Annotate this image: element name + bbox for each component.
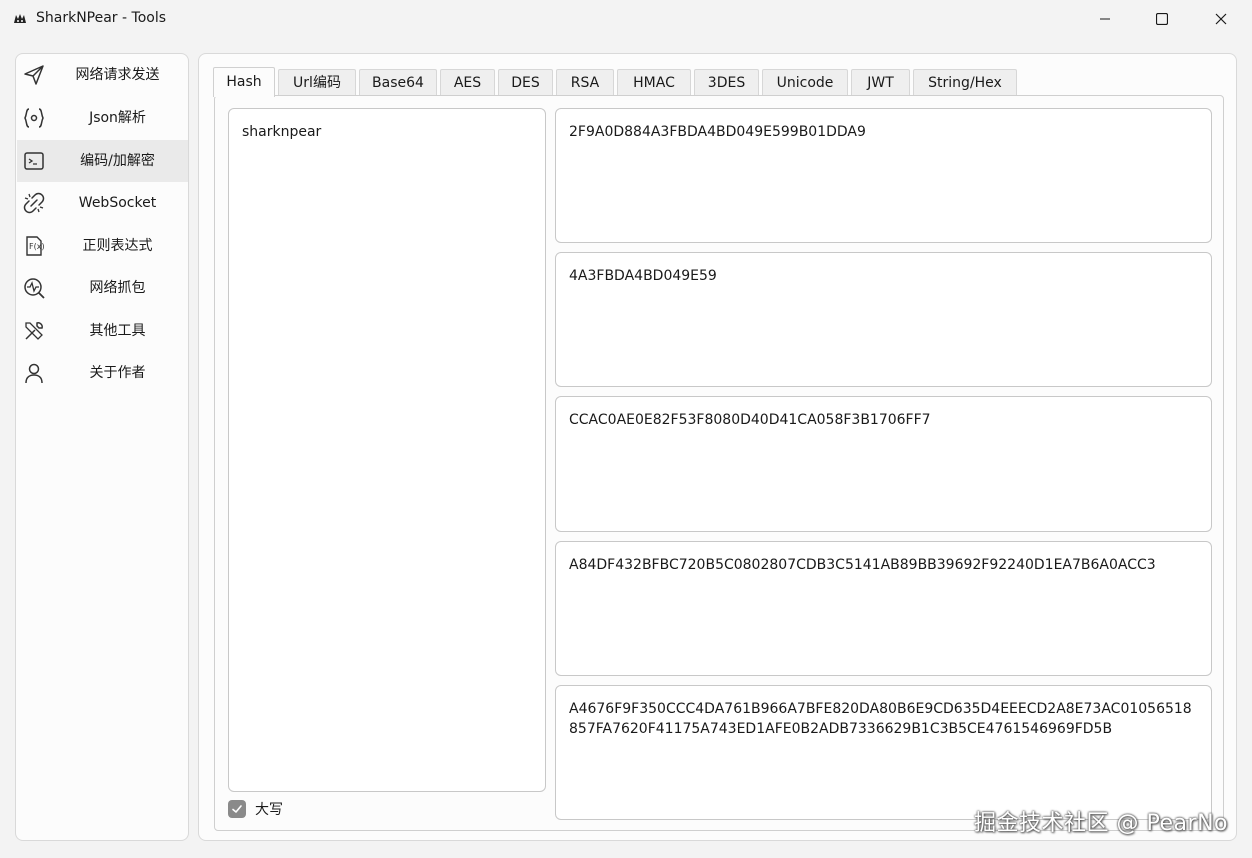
send-icon (24, 65, 44, 85)
tab-3des[interactable]: 3DES (694, 69, 759, 95)
tab-unicode[interactable]: Unicode (762, 69, 848, 95)
tab-url-encode[interactable]: Url编码 (278, 69, 356, 95)
sidebar-item-http-request[interactable]: 网络请求发送 (17, 54, 188, 96)
hash-output-4[interactable]: A84DF432BFBC720B5C0802807CDB3C5141AB89BB… (555, 541, 1212, 676)
maximize-button[interactable] (1139, 0, 1185, 38)
close-button[interactable] (1198, 0, 1244, 38)
hash-output-1[interactable]: 2F9A0D884A3FBDA4BD049E599B01DDA9 (555, 108, 1212, 243)
regex-file-icon: F(x) (26, 236, 45, 256)
sidebar-item-encoding[interactable]: 编码/加解密 (17, 140, 188, 182)
sidebar-item-label: 编码/加解密 (80, 153, 155, 169)
close-icon (1215, 13, 1227, 25)
sidebar-item-label: 关于作者 (89, 365, 146, 381)
json-braces-icon (24, 108, 44, 128)
maximize-icon (1156, 13, 1168, 25)
tools-icon (25, 322, 43, 340)
sidebar-item-label: 网络请求发送 (75, 67, 160, 83)
sidebar-item-label: 正则表达式 (82, 238, 153, 254)
title-bar[interactable]: SharkNPear - Tools (0, 0, 1252, 40)
sidebar-item-about[interactable]: 关于作者 (17, 352, 188, 394)
sidebar-item-other-tools[interactable]: 其他工具 (17, 310, 188, 352)
shark-icon (14, 14, 26, 23)
hash-output-3[interactable]: CCAC0AE0E82F53F8080D40D41CA058F3B1706FF7 (555, 396, 1212, 532)
tab-string-hex[interactable]: String/Hex (913, 69, 1017, 95)
sidebar-item-label: 其他工具 (89, 323, 146, 339)
sidebar-item-label: Json解析 (89, 110, 146, 126)
hash-input[interactable]: sharknpear (228, 108, 546, 792)
person-icon (25, 363, 43, 384)
terminal-icon (24, 152, 44, 170)
uppercase-label: 大写 (255, 802, 283, 818)
network-search-icon (24, 278, 45, 299)
minimize-button[interactable] (1082, 0, 1128, 38)
sidebar: 网络请求发送 Json解析 编码/加解密 WebSocket F(x) 正则表达… (15, 53, 189, 841)
link-broken-icon (23, 192, 45, 214)
sidebar-item-label: 网络抓包 (89, 280, 146, 296)
window-title: SharkNPear - Tools (36, 10, 167, 26)
sidebar-item-json[interactable]: Json解析 (17, 97, 188, 139)
hash-output-5[interactable]: A4676F9F350CCC4DA761B966A7BFE820DA80B6E9… (555, 685, 1212, 820)
checkmark-icon (232, 805, 242, 813)
tab-aes[interactable]: AES (440, 69, 495, 95)
tab-des[interactable]: DES (498, 69, 553, 95)
tab-hash[interactable]: Hash (213, 67, 275, 97)
sidebar-item-regex[interactable]: F(x) 正则表达式 (17, 225, 188, 267)
uppercase-option[interactable]: 大写 (228, 798, 283, 820)
main-panel: Hash Url编码 Base64 AES DES RSA HMAC 3DES … (198, 53, 1237, 841)
sidebar-item-label: WebSocket (78, 195, 157, 211)
svg-text:F(x): F(x) (29, 242, 45, 251)
tab-rsa[interactable]: RSA (556, 69, 614, 95)
uppercase-checkbox[interactable] (228, 800, 246, 818)
sidebar-item-websocket[interactable]: WebSocket (17, 182, 188, 224)
hash-output-2[interactable]: 4A3FBDA4BD049E59 (555, 252, 1212, 387)
watermark: 掘金技术社区 @ PearNo (974, 811, 1228, 836)
hash-panel: sharknpear 2F9A0D884A3FBDA4BD049E599B01D… (214, 95, 1224, 831)
tab-hmac[interactable]: HMAC (617, 69, 691, 95)
tab-jwt[interactable]: JWT (851, 69, 910, 95)
minimize-icon (1100, 18, 1110, 20)
tab-base64[interactable]: Base64 (359, 69, 437, 95)
sidebar-item-packet-capture[interactable]: 网络抓包 (17, 267, 188, 309)
